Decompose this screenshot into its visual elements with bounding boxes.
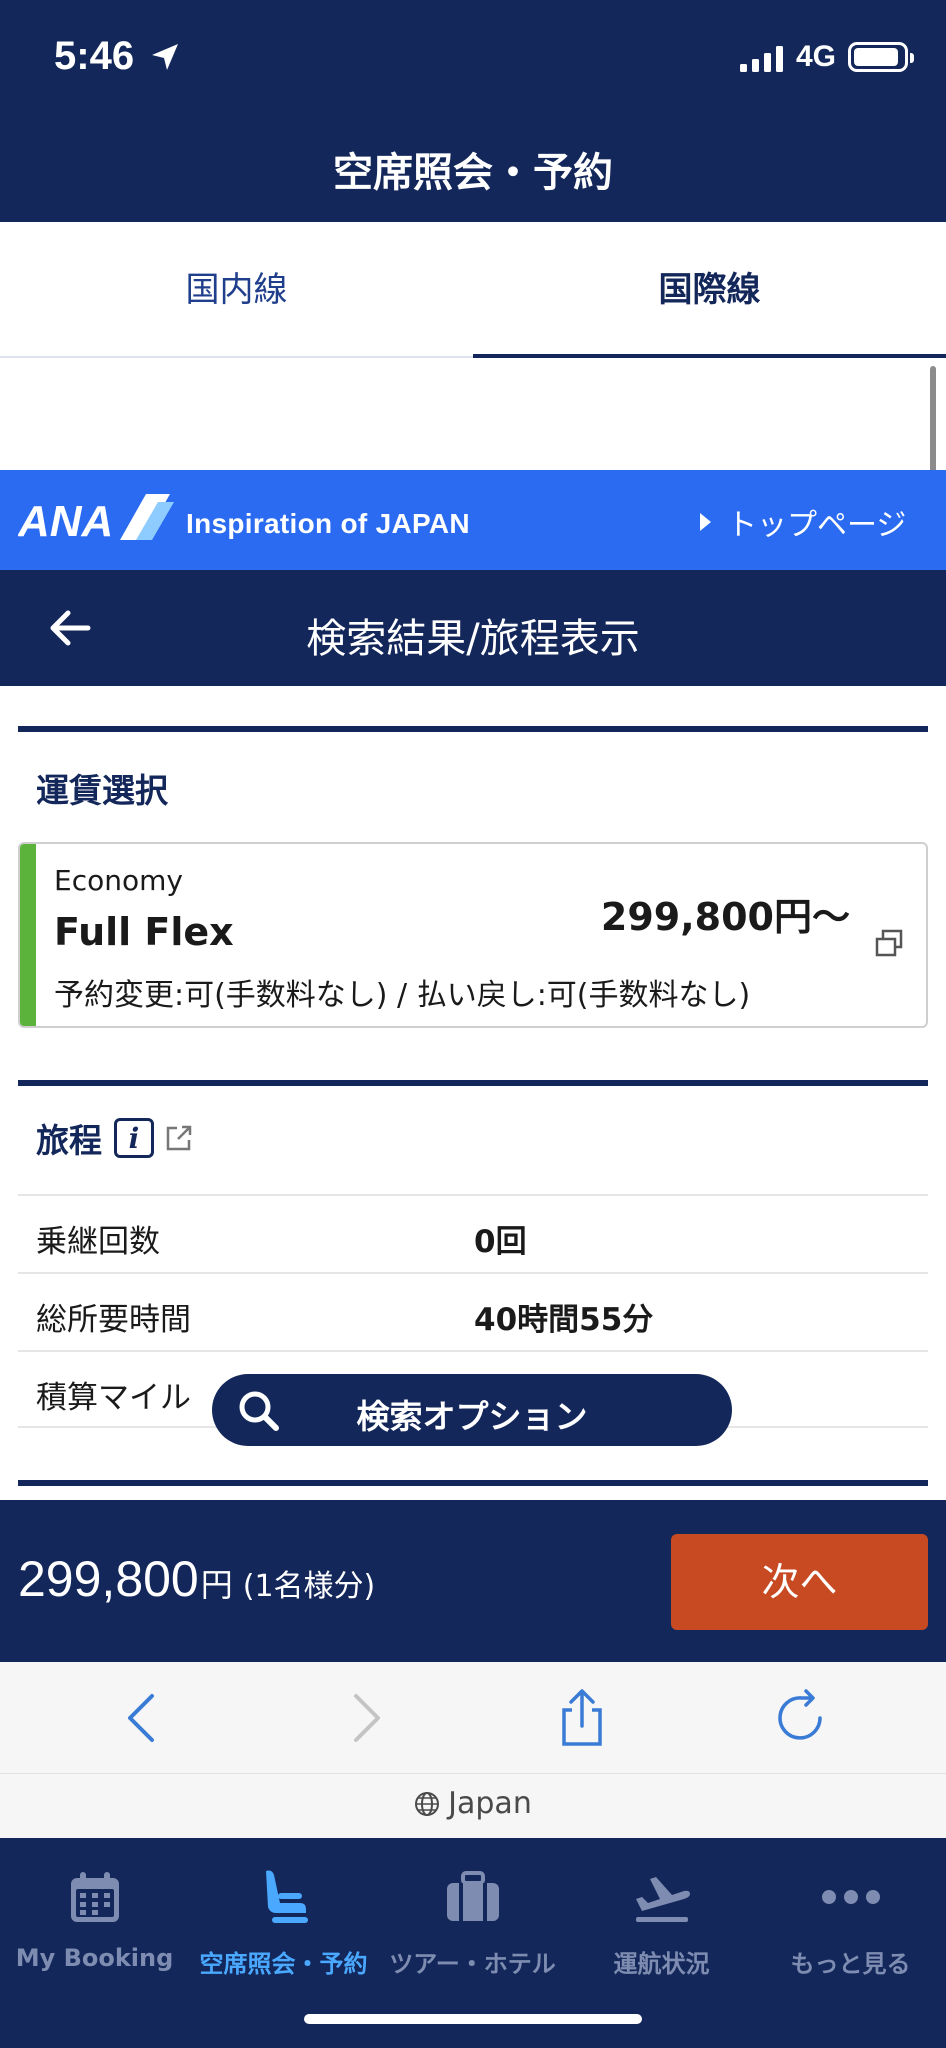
calendar-icon xyxy=(70,1872,119,1922)
svg-text:ANA: ANA xyxy=(18,497,113,546)
reload-icon[interactable] xyxy=(772,1688,832,1748)
itinerary-title-row: 旅程 i xyxy=(36,1114,194,1162)
fare-conditions: 予約変更:可(手数料なし) / 払い戻し:可(手数料なし) xyxy=(54,978,751,1013)
ana-logo[interactable]: ANA xyxy=(18,490,178,550)
tab-domestic[interactable]: 国内線 xyxy=(0,222,473,358)
tabbar-label: ツアー・ホテル xyxy=(389,1950,556,1978)
ana-banner: ANA Inspiration of JAPAN トップページ xyxy=(0,470,946,570)
itinerary-row-total-time: 総所要時間 40時間55分 xyxy=(18,1272,928,1350)
page-title: 空席照会・予約 xyxy=(333,150,613,196)
total-note: (1名様分) xyxy=(242,1569,376,1604)
external-link-icon[interactable] xyxy=(164,1123,194,1153)
row-label: 乗継回数 xyxy=(36,1224,160,1260)
itinerary-row-transfers: 乗継回数 0回 xyxy=(18,1194,928,1272)
result-header: 検索結果/旅程表示 xyxy=(0,570,946,686)
browser-forward-icon[interactable] xyxy=(334,1688,394,1748)
more-icon xyxy=(821,1890,880,1904)
tabbar-item-tour-hotel[interactable]: ツアー・ホテル xyxy=(378,1862,567,1979)
tab-active-underline xyxy=(473,354,946,358)
section-divider xyxy=(18,1480,928,1486)
search-option-button[interactable]: 検索オプション xyxy=(212,1374,732,1446)
tabbar-label: 運航状況 xyxy=(613,1950,710,1978)
total-price: 299,800 円 (1名様分) xyxy=(18,1550,375,1608)
plane-departure-icon xyxy=(635,1877,690,1922)
total-amount: 299,800 xyxy=(18,1551,199,1607)
next-button[interactable]: 次へ xyxy=(671,1534,928,1630)
home-indicator[interactable] xyxy=(304,2014,642,2024)
top-page-link-label: トップページ xyxy=(727,508,907,543)
tabbar-label: My Booking xyxy=(15,1944,174,1972)
row-value: 0回 xyxy=(474,1224,527,1260)
section-divider xyxy=(18,726,928,732)
tabbar-item-seat-booking[interactable]: 空席照会・予約 xyxy=(189,1862,378,1979)
info-icon[interactable]: i xyxy=(114,1118,154,1158)
fare-name: Full Flex xyxy=(54,910,234,954)
fare-card[interactable]: Economy Full Flex 299,800円〜 予約変更:可(手数料なし… xyxy=(18,842,928,1028)
tabbar-label: もっと見る xyxy=(790,1950,911,1978)
result-title: 検索結果/旅程表示 xyxy=(306,616,640,662)
fare-price: 299,800円〜 xyxy=(600,895,850,939)
network-type: 4G xyxy=(796,40,837,73)
share-icon[interactable] xyxy=(552,1688,612,1748)
status-time: 5:46 xyxy=(54,34,135,78)
itinerary-section-title: 旅程 xyxy=(36,1121,102,1160)
copy-icon[interactable] xyxy=(874,928,904,958)
domain-label: Japan xyxy=(448,1786,532,1821)
app-header: 5:46 4G 空席照会・予約 xyxy=(0,0,946,222)
row-label: 総所要時間 xyxy=(36,1302,191,1338)
ana-tagline: Inspiration of JAPAN xyxy=(186,508,470,539)
tabbar-item-my-booking[interactable]: My Booking xyxy=(0,1862,189,1972)
location-arrow-icon xyxy=(152,44,178,70)
tabbar-item-flight-status[interactable]: 運航状況 xyxy=(567,1862,756,1979)
domain-bar[interactable]: Japan xyxy=(0,1774,946,1838)
triangle-right-icon xyxy=(700,513,711,531)
browser-back-icon[interactable] xyxy=(114,1688,174,1748)
row-label: 積算マイル xyxy=(36,1380,191,1416)
fare-accent-bar xyxy=(20,844,36,1026)
price-footer: 299,800 円 (1名様分) 次へ xyxy=(0,1500,946,1662)
segment-tabs: 国内線 国際線 xyxy=(0,222,946,358)
tabbar-label: 空席照会・予約 xyxy=(199,1950,368,1978)
fare-cabin: Economy xyxy=(54,864,183,897)
battery-icon xyxy=(848,42,914,72)
seat-icon xyxy=(265,1870,308,1923)
top-page-link[interactable]: トップページ xyxy=(700,500,906,544)
globe-icon xyxy=(415,1791,440,1816)
section-divider xyxy=(18,1080,928,1086)
total-unit: 円 xyxy=(200,1566,233,1604)
browser-toolbar xyxy=(0,1662,946,1774)
row-value: 40時間55分 xyxy=(474,1302,654,1338)
fare-section-title: 運賃選択 xyxy=(36,771,168,810)
signal-icon xyxy=(740,46,783,72)
tabbar-item-more[interactable]: もっと見る xyxy=(756,1862,945,1979)
suitcase-icon xyxy=(446,1871,499,1921)
tab-international[interactable]: 国際線 xyxy=(473,222,946,358)
search-option-label: 検索オプション xyxy=(356,1397,588,1436)
